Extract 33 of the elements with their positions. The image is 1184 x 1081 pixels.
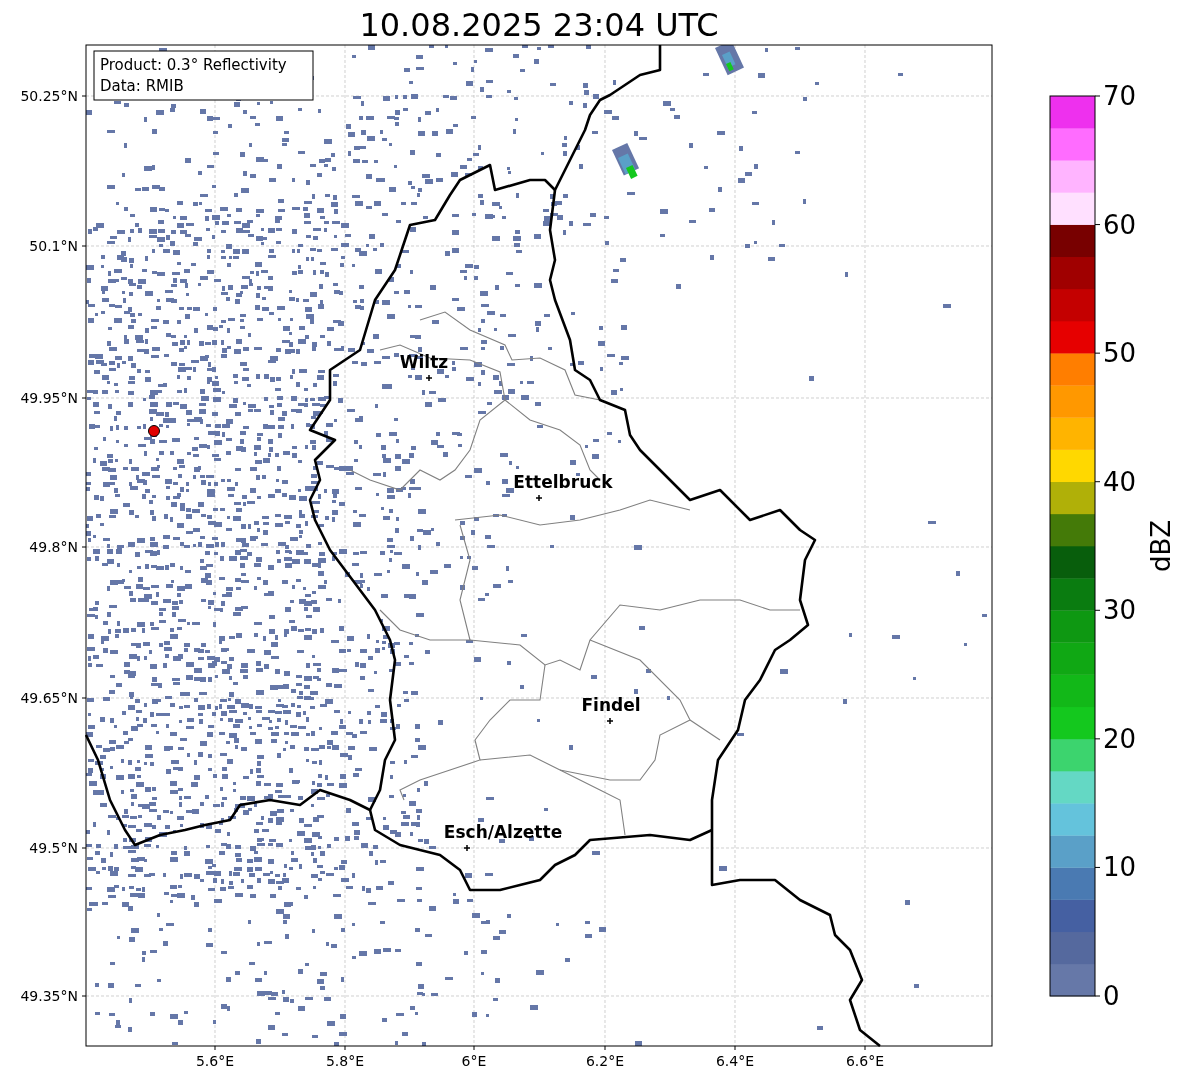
colorbar-tick-label: 30 <box>1103 595 1137 626</box>
city-label: Esch/Alzette <box>443 822 563 842</box>
city-marker-icon <box>535 494 543 502</box>
chart-title: 10.08.2025 23:04 UTC <box>359 6 719 44</box>
colorbar-tick-label: 60 <box>1103 209 1137 240</box>
axis-tick-label: 6.6°E <box>845 1053 885 1069</box>
axis-tick-label: 50.1°N <box>29 238 78 254</box>
axis-tick-label: 6.4°E <box>715 1053 755 1069</box>
axis-tick-label: 49.35°N <box>20 988 78 1004</box>
axis-tick-label: 5.8°E <box>325 1053 365 1069</box>
axis-tick-label: 49.8°N <box>29 539 78 555</box>
axis-tick-label: 6°E <box>461 1053 487 1069</box>
axis-tick-label: 49.65°N <box>20 690 78 706</box>
colorbar-tick-label: 0 <box>1103 981 1120 1011</box>
axis-tick-label: 5.6°E <box>195 1053 235 1069</box>
colorbar-tick-label: 10 <box>1103 852 1137 883</box>
city-marker-icon <box>463 844 471 852</box>
city-label: Wiltz <box>399 352 449 372</box>
info-text: Product: 0.3° Reflectivity Data: RMIB <box>100 56 287 95</box>
axis-tick-label: 50.25°N <box>20 88 78 104</box>
axis-tick-label: 6.2°E <box>585 1053 625 1069</box>
city-label: Findel <box>581 695 641 715</box>
axis-tick-label: 49.95°N <box>20 390 78 406</box>
radar-site-marker <box>148 425 160 437</box>
city-marker-icon <box>425 374 433 382</box>
colorbar-label: dBZ <box>1146 519 1176 573</box>
city-marker-icon <box>606 717 614 725</box>
axis-tick-label: 49.5°N <box>29 840 78 856</box>
colorbar-tick-label: 40 <box>1103 466 1137 497</box>
colorbar-tick-label: 70 <box>1103 81 1137 111</box>
colorbar-tick-label: 50 <box>1103 338 1137 369</box>
colorbar-tick-label: 20 <box>1103 723 1137 754</box>
city-label: Ettelbruck <box>513 472 613 492</box>
